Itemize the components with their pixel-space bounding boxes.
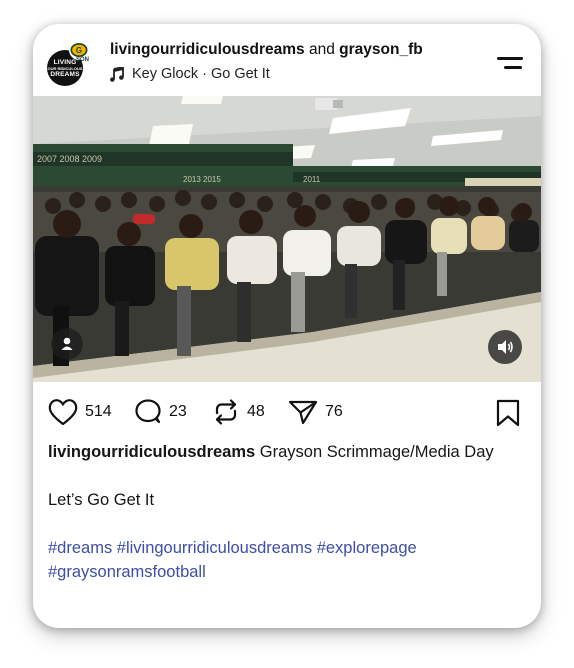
tagged-users-button[interactable] (51, 328, 83, 360)
post-authors: livingourridiculousdreams and grayson_fb (110, 41, 476, 61)
post-header: LIVING OUR RIDICULOUS DREAMS G SON livin… (33, 24, 541, 96)
comment-count: 23 (169, 403, 187, 420)
comment-icon (135, 399, 161, 424)
share-button[interactable]: 76 (287, 396, 343, 428)
badge-label: SON (76, 57, 90, 63)
share-icon (288, 400, 318, 425)
post-card: LIVING OUR RIDICULOUS DREAMS G SON livin… (33, 24, 541, 628)
caption-line: livingourridiculousdreams Grayson Scrimm… (48, 440, 523, 464)
music-label: Key Glock · Go Get It (132, 66, 270, 82)
like-button[interactable]: 514 (47, 396, 112, 428)
caption-username[interactable]: livingourridiculousdreams (48, 443, 255, 461)
heart-icon (48, 399, 78, 426)
post-video[interactable]: 2007 2008 2009 2013 2015 2011 (33, 96, 541, 382)
like-count: 514 (85, 403, 112, 420)
avatar[interactable]: LIVING OUR RIDICULOUS DREAMS G SON (47, 40, 90, 86)
author-username[interactable]: livingourridiculousdreams (110, 41, 305, 58)
svg-text:2007 2008 2009: 2007 2008 2009 (37, 154, 102, 164)
repost-button[interactable]: 48 (211, 396, 265, 428)
and-text: and (308, 41, 335, 58)
caption-hashtags[interactable]: #dreams #livingourridiculousdreams #expl… (48, 536, 523, 584)
collaborator-username[interactable]: grayson_fb (339, 41, 423, 58)
speaker-icon (498, 340, 513, 354)
repost-count: 48 (247, 403, 265, 420)
sound-toggle-button[interactable] (488, 330, 522, 364)
post-caption: livingourridiculousdreams Grayson Scrimm… (48, 440, 523, 584)
person-icon (61, 337, 73, 350)
menu-icon[interactable] (495, 52, 525, 72)
svg-text:2013 2015: 2013 2015 (183, 175, 221, 184)
repost-icon (215, 399, 237, 425)
action-bar: 514 23 48 76 (33, 394, 541, 430)
caption-subtext: Let’s Go Get It (48, 491, 155, 509)
caption-text: Grayson Scrimmage/Media Day (255, 443, 494, 461)
svg-text:G: G (76, 46, 82, 55)
save-button[interactable] (495, 399, 521, 432)
music-note-icon (110, 66, 124, 82)
comment-button[interactable]: 23 (133, 396, 187, 428)
svg-text:2011: 2011 (303, 175, 321, 184)
video-frame: 2007 2008 2009 2013 2015 2011 (33, 96, 541, 382)
bookmark-icon (496, 399, 520, 427)
music-link[interactable]: Key Glock · Go Get It (110, 65, 270, 83)
share-count: 76 (325, 403, 343, 420)
